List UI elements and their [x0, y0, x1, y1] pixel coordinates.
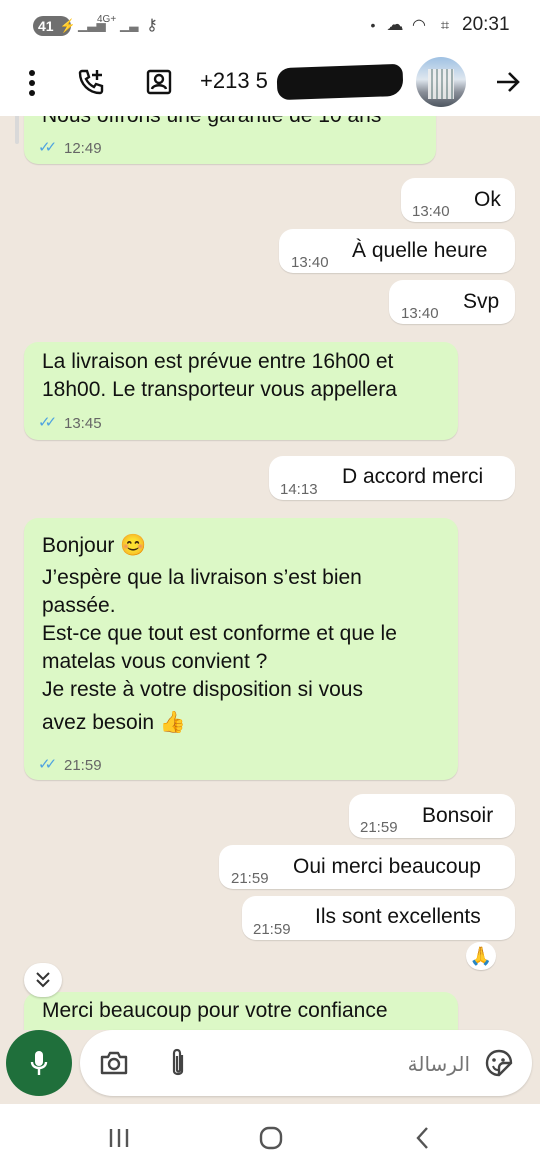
message-bubble-outgoing[interactable]: 13:40 Ok	[401, 178, 515, 222]
message-composer[interactable]	[80, 1030, 532, 1096]
message-reaction[interactable]: 🙏	[466, 942, 496, 970]
scroll-to-bottom-button[interactable]	[24, 963, 62, 997]
redaction-mark	[276, 63, 404, 101]
chevron-double-down-icon	[34, 970, 52, 990]
contact-phone-number[interactable]: +213 5	[200, 68, 268, 94]
status-bar: 41 ⚡ ▁▃▅ 4G+ ▁▃ ⚷ • ☁ ◠ ⌗ 20:31	[0, 0, 540, 50]
message-text: Je reste à votre disposition si vous	[42, 678, 363, 701]
message-bubble-outgoing[interactable]: 21:59 Bonsoir	[349, 794, 515, 838]
message-time: 14:13	[280, 481, 318, 498]
scroll-indicator	[15, 116, 19, 144]
message-text: Est-ce que tout est conforme et que le	[42, 622, 397, 645]
cloud-icon: ☁	[386, 15, 404, 34]
wifi-icon: ◠	[412, 17, 426, 34]
message-time: 13:45	[64, 415, 102, 432]
clock: 20:31	[462, 14, 510, 35]
chat-area[interactable]: Nous offrons une garantie de 10 ans ✓✓ 1…	[0, 116, 540, 1030]
message-time: 12:49	[64, 140, 102, 157]
message-text: avez besoin 👍	[42, 711, 187, 734]
attachment-icon[interactable]	[166, 1046, 190, 1080]
read-ticks-icon: ✓✓	[38, 139, 57, 156]
avatar[interactable]	[416, 57, 466, 107]
signal-icon-2: ▁▃	[120, 18, 139, 32]
message-text: passée.	[42, 594, 116, 617]
message-text: La livraison est prévue entre 16h00 et	[42, 350, 394, 373]
message-text: matelas vous convient ?	[42, 650, 268, 673]
read-ticks-icon: ✓✓	[38, 756, 57, 773]
read-ticks-icon: ✓✓	[38, 414, 57, 431]
message-bubble-incoming[interactable]: Merci beaucoup pour votre confiance	[24, 992, 458, 1030]
contact-card-icon[interactable]	[144, 66, 174, 98]
back-icon[interactable]	[408, 1124, 438, 1152]
message-time: 13:40	[291, 254, 329, 271]
message-text: Bonsoir	[422, 804, 494, 827]
message-text: Oui merci beaucoup	[293, 855, 481, 878]
forward-arrow-icon[interactable]	[492, 66, 524, 98]
more-icon[interactable]	[20, 66, 44, 100]
message-text: Merci beaucoup pour votre confiance	[42, 999, 388, 1022]
message-text: J’espère que la livraison s’est bien	[42, 566, 362, 589]
message-input[interactable]	[214, 1047, 472, 1081]
message-time: 21:59	[253, 921, 291, 938]
message-bubble-outgoing[interactable]: 21:59 Ils sont excellents	[242, 896, 515, 940]
message-time: 21:59	[64, 757, 102, 774]
message-bubble-incoming[interactable]: La livraison est prévue entre 16h00 et 1…	[24, 342, 458, 440]
message-bubble-outgoing[interactable]: 21:59 Oui merci beaucoup	[219, 845, 515, 889]
message-text: À quelle heure	[352, 239, 488, 262]
message-text: 18h00. Le transporteur vous appellera	[42, 378, 397, 401]
screen-record-icon: ⌗	[440, 16, 450, 34]
message-text: Ok	[474, 188, 501, 211]
recent-apps-icon[interactable]	[104, 1124, 134, 1152]
message-time: 13:40	[401, 305, 439, 322]
key-icon: ⚷	[146, 17, 158, 34]
message-text: Nous offrons une garantie de 10 ans	[42, 116, 381, 130]
message-text: D accord merci	[342, 465, 484, 488]
message-text: Ils sont excellents	[315, 905, 481, 928]
message-bubble-incoming[interactable]: Bonjour 😊 J’espère que la livraison s’es…	[24, 518, 458, 780]
message-time: 13:40	[412, 203, 450, 220]
message-time: 21:59	[360, 819, 398, 836]
message-text: Svp	[463, 290, 500, 313]
add-call-icon[interactable]	[76, 66, 106, 98]
message-bubble-outgoing[interactable]: 13:40 Svp	[389, 280, 515, 324]
message-time: 21:59	[231, 870, 269, 887]
sticker-icon[interactable]	[482, 1047, 516, 1079]
camera-icon[interactable]	[98, 1048, 130, 1078]
mic-button[interactable]	[6, 1030, 72, 1096]
message-bubble-outgoing[interactable]: 14:13 D accord merci	[269, 456, 515, 500]
lightning-icon: ⚡	[59, 18, 77, 33]
message-bubble-outgoing[interactable]: 13:40 À quelle heure	[279, 229, 515, 273]
system-nav-bar	[0, 1104, 540, 1170]
dot-icon: •	[370, 17, 376, 33]
network-type: 4G+	[97, 14, 117, 25]
message-bubble-incoming[interactable]: Nous offrons une garantie de 10 ans ✓✓ 1…	[24, 116, 436, 164]
message-text: Bonjour 😊	[42, 534, 147, 557]
microphone-icon	[27, 1048, 51, 1078]
home-icon[interactable]	[255, 1124, 287, 1152]
